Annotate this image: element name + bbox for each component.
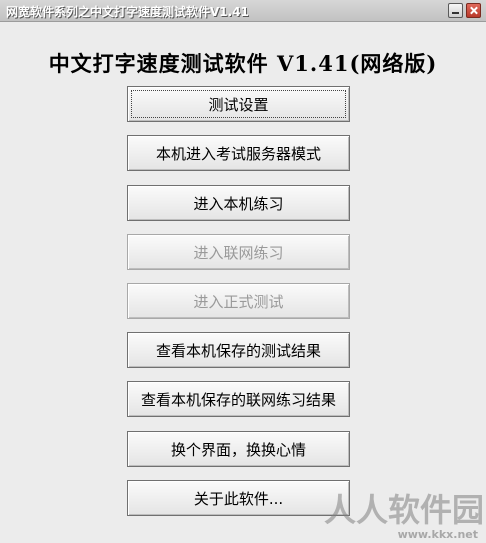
local-practice-button[interactable]: 进入本机练习 [127,185,350,221]
view-network-practice-results-button[interactable]: 查看本机保存的联网练习结果 [127,381,350,417]
main-panel: 中文打字速度测试软件 V1.41(网络版) 测试设置 本机进入考试服务器模式 进… [0,22,486,543]
test-settings-button[interactable]: 测试设置 [127,86,350,122]
formal-test-button[interactable]: 进入正式测试 [127,283,350,319]
about-button[interactable]: 关于此软件... [127,480,350,516]
network-practice-button[interactable]: 进入联网练习 [127,234,350,270]
title-bar[interactable]: 网宽软件系列之中文打字速度测试软件V1.41 [0,0,486,22]
watermark-url: www.kkx.net [397,528,478,541]
minimize-icon[interactable] [448,3,463,18]
window-title: 网宽软件系列之中文打字速度测试软件V1.41 [6,5,249,19]
app-heading: 中文打字速度测试软件 V1.41(网络版) [48,51,438,76]
server-mode-button[interactable]: 本机进入考试服务器模式 [127,135,350,171]
watermark-logo: 人人软件园 [323,491,484,529]
view-test-results-button[interactable]: 查看本机保存的测试结果 [127,332,350,368]
close-icon[interactable] [466,3,481,18]
change-skin-button[interactable]: 换个界面，换换心情 [127,431,350,467]
